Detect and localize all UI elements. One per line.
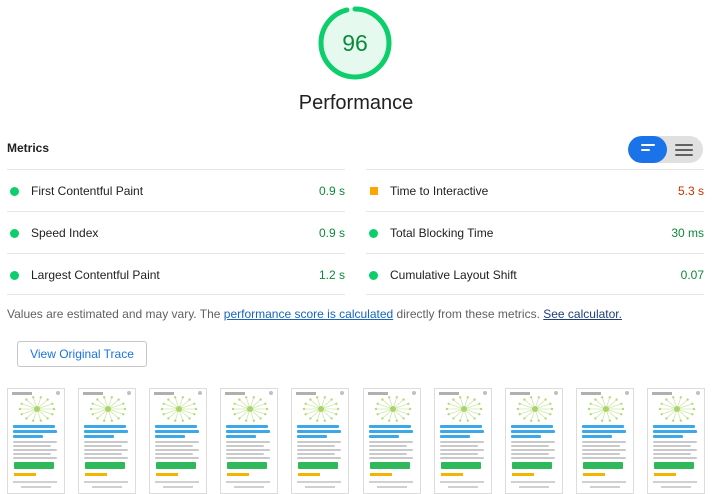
pass-dot-icon — [10, 271, 19, 280]
metrics-header: Metrics — [7, 141, 50, 155]
metric-value: 0.9 s — [318, 184, 345, 198]
metrics-left-column: First Contentful Paint 0.9 s Speed Index… — [7, 169, 345, 295]
pass-dot-icon — [369, 271, 378, 280]
performance-score-link[interactable]: performance score is calculated — [224, 307, 393, 321]
expanded-list-icon — [675, 144, 693, 159]
filmstrip-frame — [576, 388, 634, 494]
metric-label: Time to Interactive — [390, 184, 489, 198]
metric-value: 30 ms — [671, 226, 704, 240]
metric-time-to-interactive[interactable]: Time to Interactive 5.3 s — [366, 169, 704, 211]
see-calculator-link[interactable]: See calculator. — [543, 307, 622, 321]
metric-value: 0.07 — [680, 268, 704, 282]
note-middle: directly from these metrics. — [393, 307, 544, 321]
metric-value: 5.3 s — [677, 184, 704, 198]
expanded-view-button[interactable] — [667, 136, 703, 163]
filmstrip-frame — [291, 388, 349, 494]
metric-label: Speed Index — [31, 226, 99, 240]
metrics-right-column: Time to Interactive 5.3 s Total Blocking… — [366, 169, 704, 295]
metric-label: Total Blocking Time — [390, 226, 494, 240]
metric-label: First Contentful Paint — [31, 184, 144, 198]
metric-value: 0.9 s — [318, 226, 345, 240]
filmstrip-frame — [149, 388, 207, 494]
view-original-trace-button[interactable]: View Original Trace — [17, 341, 147, 367]
filmstrip-frame — [647, 388, 705, 494]
performance-score-value: 96 — [342, 30, 368, 56]
filmstrip-frame — [363, 388, 421, 494]
pass-dot-icon — [10, 187, 19, 196]
pass-dot-icon — [369, 229, 378, 238]
filmstrip-frame — [505, 388, 563, 494]
pass-dot-icon — [10, 229, 19, 238]
metrics-view-toggle[interactable] — [628, 136, 703, 163]
metric-total-blocking-time[interactable]: Total Blocking Time 30 ms — [366, 211, 704, 253]
values-estimated-note: Values are estimated and may vary. The p… — [7, 307, 622, 321]
filmstrip-frame — [434, 388, 492, 494]
filmstrip-frame — [78, 388, 136, 494]
metric-value: 1.2 s — [318, 268, 345, 282]
filmstrip — [7, 388, 712, 494]
filmstrip-frame — [7, 388, 65, 494]
note-prefix: Values are estimated and may vary. The — [7, 307, 224, 321]
average-square-icon — [370, 187, 378, 195]
performance-title: Performance — [298, 92, 414, 114]
metric-first-contentful-paint[interactable]: First Contentful Paint 0.9 s — [7, 169, 345, 211]
compact-view-button[interactable] — [628, 136, 667, 163]
metric-label: Largest Contentful Paint — [31, 268, 160, 282]
metric-largest-contentful-paint[interactable]: Largest Contentful Paint 1.2 s — [7, 253, 345, 295]
metric-label: Cumulative Layout Shift — [390, 268, 517, 282]
metric-cumulative-layout-shift[interactable]: Cumulative Layout Shift 0.07 — [366, 253, 704, 295]
compact-list-icon — [641, 144, 655, 154]
filmstrip-frame — [220, 388, 278, 494]
metric-speed-index[interactable]: Speed Index 0.9 s — [7, 211, 345, 253]
performance-score-gauge: 96 — [317, 5, 393, 81]
